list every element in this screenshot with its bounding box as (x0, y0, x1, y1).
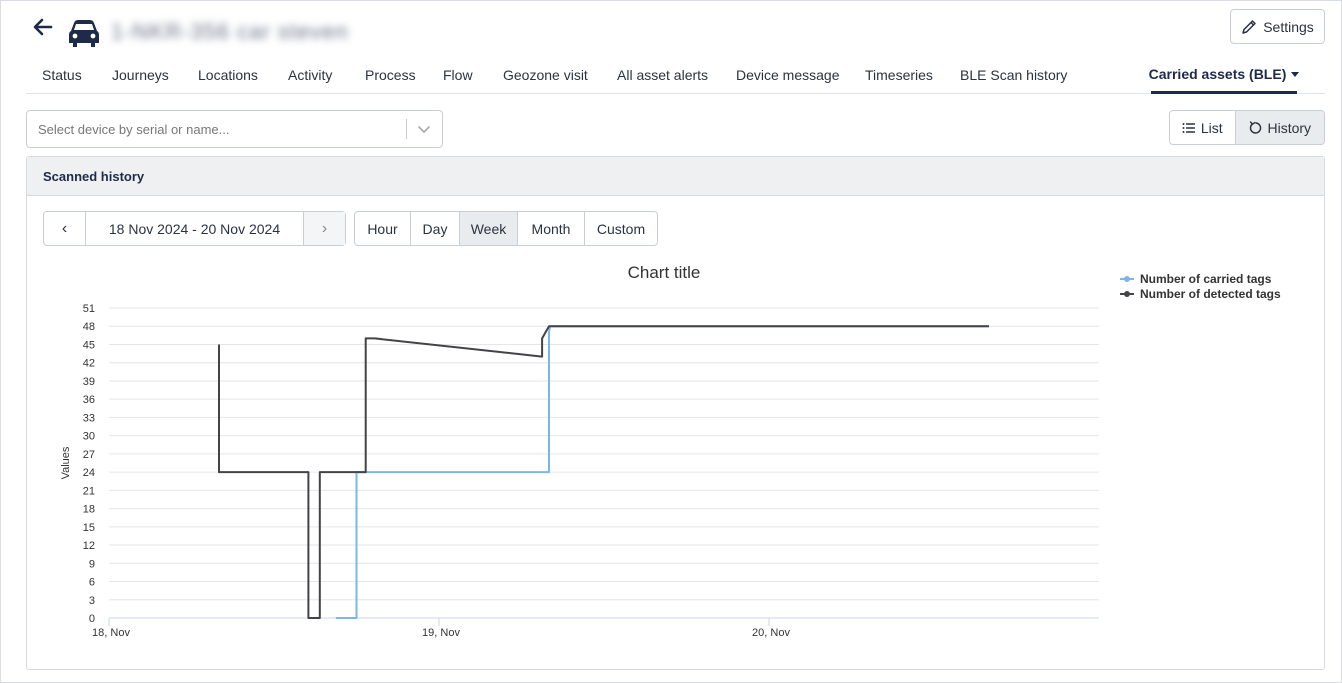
chart-svg: Chart titleValues03691215182124273033363… (60, 263, 1281, 639)
y-tick-label: 15 (83, 522, 95, 534)
period-week-button[interactable]: Week (460, 212, 518, 245)
settings-button[interactable]: Settings (1230, 9, 1325, 44)
y-tick-label: 24 (83, 467, 95, 479)
tab-flow[interactable]: Flow (443, 57, 473, 93)
scanned-history-panel: Scanned history ‹ 18 Nov 2024 - 20 Nov 2… (26, 156, 1325, 670)
scanned-history-chart: Chart title Values 0 3 6 9 12 15 18 21 24 27 30 33 36 3… (27, 253, 1324, 663)
list-label: List (1200, 119, 1223, 136)
y-tick-label: 39 (83, 376, 95, 388)
asset-name: 1-NKR-356 car steven (111, 19, 349, 44)
settings-label: Settings (1263, 18, 1314, 35)
caret-down-icon (1291, 71, 1300, 77)
tab-label: Locations (198, 67, 258, 83)
chevron-down-icon[interactable] (416, 121, 432, 137)
tab-all-asset-alerts[interactable]: All asset alerts (617, 57, 708, 93)
tab-label: Journeys (112, 67, 169, 83)
tab-label: BLE Scan history (960, 67, 1068, 83)
legend-label: Number of detected tags (1140, 287, 1281, 301)
car-icon (67, 17, 101, 49)
y-tick-label: 0 (89, 613, 95, 625)
device-search-input[interactable] (28, 112, 398, 146)
x-tick-label: 18, Nov (92, 627, 130, 639)
y-tick-label: 27 (83, 449, 95, 461)
list-view-button[interactable]: List (1170, 111, 1236, 144)
top-bar: 1-NKR-356 car steven Settings (1, 1, 1342, 57)
tab-label: Activity (288, 67, 333, 83)
chart-title: Chart title (628, 263, 701, 282)
legend-marker (1124, 291, 1130, 297)
tab-activity[interactable]: Activity (288, 57, 332, 93)
tab-timeseries[interactable]: Timeseries (865, 57, 933, 93)
period-month-button[interactable]: Month (518, 212, 585, 245)
tab-ble-scan-history[interactable]: BLE Scan history (960, 57, 1067, 93)
back-button[interactable] (31, 15, 55, 39)
x-tick-label: 19, Nov (422, 627, 460, 639)
y-axis-label: Values (60, 446, 72, 479)
previous-period-button[interactable]: ‹ (44, 212, 86, 245)
panel-title: Scanned history (27, 157, 1324, 196)
device-select[interactable] (26, 110, 443, 148)
tab-label: Status (42, 67, 82, 83)
y-tick-label: 45 (83, 339, 95, 351)
y-tick-label: 51 (83, 303, 95, 315)
y-tick-label: 48 (83, 321, 95, 333)
tab-label: Geozone visit (503, 67, 588, 83)
arrow-left-icon (33, 18, 53, 36)
y-tick-label: 33 (83, 412, 95, 424)
tab-locations[interactable]: Locations (198, 57, 258, 93)
legend-marker (1124, 276, 1130, 282)
tab-status[interactable]: Status (42, 57, 82, 93)
y-tick-label: 30 (83, 431, 95, 443)
pencil-icon (1242, 19, 1256, 34)
tab-geozone-visit[interactable]: Geozone visit (503, 57, 588, 93)
y-tick-label: 3 (89, 595, 95, 607)
tab-label: Device message (736, 67, 840, 83)
period-day-button[interactable]: Day (411, 212, 460, 245)
view-toggle: List History (1169, 110, 1325, 145)
y-tick-label: 6 (89, 577, 95, 589)
y-tick-label: 18 (83, 504, 95, 516)
date-range-label: 18 Nov 2024 - 20 Nov 2024 (108, 220, 281, 237)
y-tick-label: 12 (83, 540, 95, 552)
tab-process[interactable]: Process (365, 57, 416, 93)
select-divider (406, 119, 407, 139)
x-tick-label: 20, Nov (752, 627, 790, 639)
tab-label: All asset alerts (617, 67, 709, 83)
period-selector: Hour Day Week Month Custom (354, 211, 658, 246)
date-range-navigator: ‹ 18 Nov 2024 - 20 Nov 2024 › (43, 211, 346, 246)
y-tick-label: 9 (89, 558, 95, 570)
tab-label: Flow (443, 67, 473, 83)
period-custom-button[interactable]: Custom (585, 212, 657, 245)
tab-carried-assets-ble[interactable]: Carried assets (BLE) (1148, 57, 1300, 94)
list-icon (1182, 122, 1195, 133)
legend-label: Number of carried tags (1140, 272, 1272, 286)
y-tick-label: 21 (83, 485, 95, 497)
history-view-button[interactable]: History (1235, 111, 1324, 144)
history-icon (1249, 120, 1261, 134)
next-period-button[interactable]: › (303, 212, 345, 245)
y-tick-label: 36 (83, 394, 95, 406)
y-tick-label: 42 (83, 358, 95, 370)
tab-bar: Status Journeys Locations Activity Proce… (26, 57, 1325, 94)
period-hour-button[interactable]: Hour (355, 212, 411, 245)
tab-label: Timeseries (865, 67, 933, 83)
tab-journeys[interactable]: Journeys (112, 57, 169, 93)
tab-label: Process (365, 67, 416, 83)
tab-label: Carried assets (BLE) (1148, 66, 1287, 82)
history-label: History (1267, 119, 1312, 136)
tab-device-message[interactable]: Device message (736, 57, 840, 93)
